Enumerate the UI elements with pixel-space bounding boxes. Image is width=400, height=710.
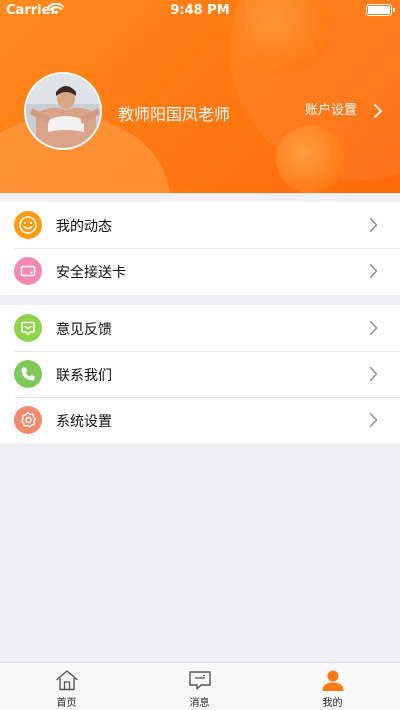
phone-icon <box>14 360 42 388</box>
battery-icon <box>366 4 395 16</box>
avatar[interactable] <box>24 72 102 150</box>
account-settings-label: 账户设置 <box>305 103 358 118</box>
chevron-right-icon <box>369 320 378 336</box>
clock: 9:48 PM <box>170 3 230 18</box>
menu-item-safety-pickup-card[interactable]: 安全接送卡 <box>0 248 400 294</box>
tab-bar: 首页 消息 我的 <box>0 662 400 710</box>
tab-label: 消息 <box>189 698 210 709</box>
menu-item-system-settings[interactable]: 系统设置 <box>0 397 400 443</box>
chevron-right-icon <box>369 412 378 428</box>
chevron-right-icon <box>374 104 382 118</box>
menu-item-contact-us[interactable]: 联系我们 <box>0 351 400 397</box>
person-icon <box>322 670 343 691</box>
status-bar: Carrier 9:48 PM <box>0 0 400 20</box>
smiley-icon <box>14 211 42 239</box>
card-icon <box>14 257 42 285</box>
menu-item-label: 联系我们 <box>56 368 112 384</box>
menu-item-label: 意见反馈 <box>56 322 112 338</box>
menu-group-support: 意见反馈 联系我们 系统设置 <box>0 305 400 443</box>
chevron-right-icon <box>369 263 378 279</box>
home-icon <box>55 670 78 691</box>
menu-item-label: 安全接送卡 <box>56 265 126 281</box>
menu-item-my-activity[interactable]: 我的动态 <box>0 202 400 248</box>
tab-messages[interactable]: 消息 <box>133 663 266 710</box>
settings-icon <box>14 406 42 434</box>
menu-group-profile: 我的动态 安全接送卡 <box>0 202 400 295</box>
menu-item-label: 系统设置 <box>56 414 112 430</box>
tab-mine[interactable]: 我的 <box>266 663 399 710</box>
decor-circle <box>276 125 344 193</box>
account-settings-button[interactable]: 账户设置 <box>305 100 387 122</box>
menu-item-feedback[interactable]: 意见反馈 <box>0 305 400 351</box>
message-icon <box>188 671 211 690</box>
menu-item-label: 我的动态 <box>56 219 112 235</box>
chevron-right-icon <box>369 217 378 233</box>
username: 教师阳国凤老师 <box>118 105 231 124</box>
tab-label: 首页 <box>56 698 77 709</box>
tab-label: 我的 <box>322 698 343 709</box>
tab-home[interactable]: 首页 <box>0 663 133 710</box>
feedback-icon <box>14 314 42 342</box>
profile-header: Carrier 9:48 PM 教师阳国凤老师 账户设置 <box>0 0 400 193</box>
chevron-right-icon <box>369 366 378 382</box>
